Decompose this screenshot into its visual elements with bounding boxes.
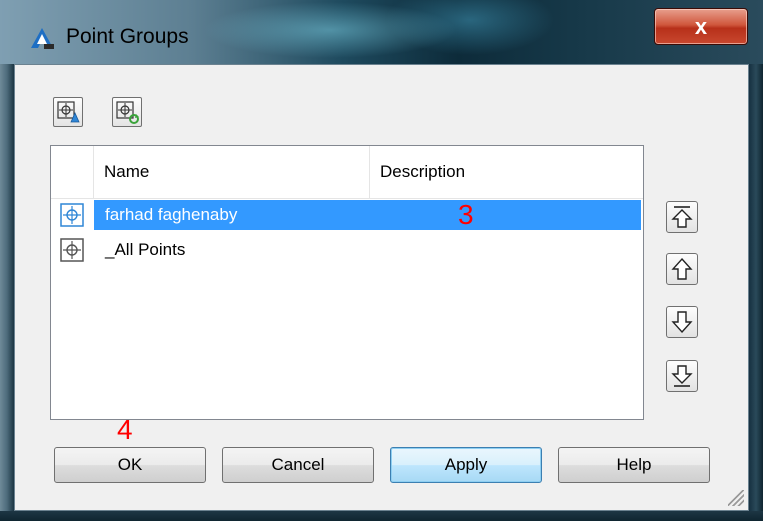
title-bar[interactable]: Point Groups x [0, 0, 763, 64]
civil-3d-app-icon [31, 28, 54, 49]
window-frame-bottom [0, 511, 763, 521]
point-group-icon [60, 203, 84, 227]
close-icon: x [694, 13, 708, 39]
point-groups-list[interactable]: Name Description farhad faghenaby _All P… [50, 145, 644, 420]
window-frame-right [749, 64, 763, 521]
point-group-properties-icon [57, 101, 80, 123]
move-to-bottom-icon [671, 365, 693, 387]
move-down-icon [671, 311, 693, 334]
list-item[interactable]: farhad faghenaby [51, 200, 643, 230]
window-frame-left [0, 64, 14, 521]
apply-button[interactable]: Apply [390, 447, 542, 483]
point-group-icon [60, 238, 84, 262]
window-title: Point Groups [66, 25, 189, 48]
list-item[interactable]: _All Points [51, 235, 643, 265]
close-button[interactable]: x [654, 8, 748, 45]
header-name[interactable]: Name [94, 146, 370, 198]
cancel-button[interactable]: Cancel [222, 447, 374, 483]
move-up-button[interactable] [666, 253, 698, 285]
list-header: Name Description [51, 146, 643, 199]
header-icon-column[interactable] [51, 146, 94, 198]
point-group-update-icon [116, 101, 139, 124]
move-down-button[interactable] [666, 306, 698, 338]
annotation-3: 3 [458, 199, 474, 230]
resize-grip[interactable] [728, 490, 744, 506]
list-item-name: farhad faghenaby [105, 205, 238, 224]
move-to-top-button[interactable] [666, 201, 698, 233]
help-button[interactable]: Help [558, 447, 710, 483]
move-up-icon [671, 257, 693, 280]
list-item-name: _All Points [105, 240, 186, 259]
ok-button[interactable]: OK [54, 447, 206, 483]
move-to-bottom-button[interactable] [666, 360, 698, 392]
header-description[interactable]: Description [370, 146, 643, 198]
move-to-top-icon [671, 206, 693, 228]
point-group-update-button[interactable] [112, 97, 142, 127]
point-group-properties-button[interactable] [53, 97, 83, 127]
annotation-4: 4 [117, 414, 133, 445]
